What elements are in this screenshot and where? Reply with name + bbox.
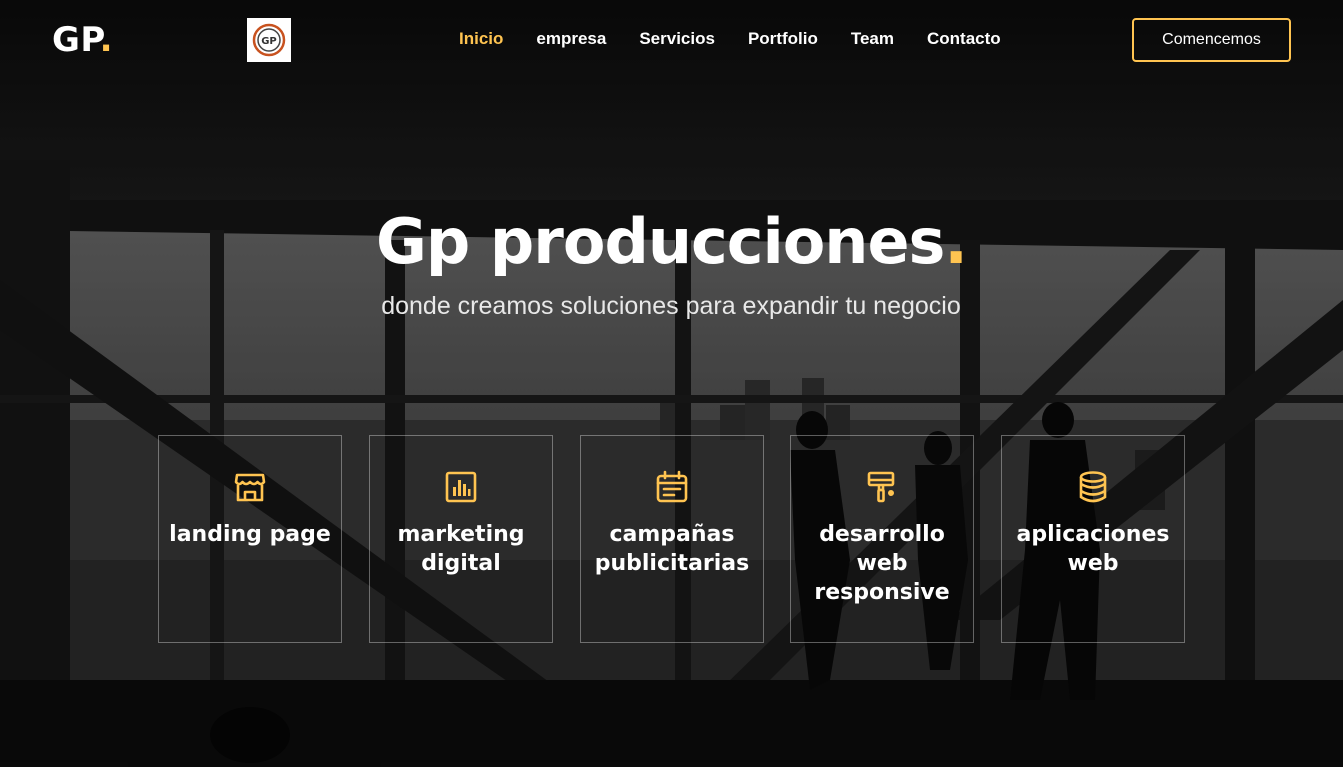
nav-item-empresa[interactable]: empresa (536, 29, 606, 49)
logo-image-text: GP (261, 36, 277, 47)
paint-roller-icon (867, 471, 895, 503)
site-header: GP. GP Inicio empresa Servicios Portfoli… (0, 0, 1343, 80)
nav-item-portfolio[interactable]: Portfolio (748, 29, 818, 49)
service-box-landing-page[interactable]: landing page (158, 435, 342, 643)
service-label: aplicaciones web (1016, 522, 1170, 576)
nav-item-inicio[interactable]: Inicio (459, 29, 503, 49)
brand-logo-image[interactable]: GP (247, 18, 291, 62)
service-box-marketing-digital[interactable]: marketing digital (369, 435, 553, 643)
hero-title: Gp producciones. (0, 205, 1343, 278)
main-nav: Inicio empresa Servicios Portfolio Team … (459, 29, 1034, 49)
service-label: campañas publicitarias (594, 522, 750, 576)
database-icon (1079, 471, 1107, 503)
logo-text: GP (52, 20, 100, 60)
nav-item-contacto[interactable]: Contacto (927, 29, 1001, 49)
hero-title-text: Gp producciones (376, 205, 945, 278)
logo-dot: . (99, 20, 114, 60)
nav-item-team[interactable]: Team (851, 29, 894, 49)
hero-subtitle: donde creamos soluciones para expandir t… (381, 292, 961, 320)
calendar-icon (656, 470, 688, 503)
nav-item-servicios[interactable]: Servicios (639, 29, 715, 49)
service-label: desarrollo web responsive (814, 522, 950, 605)
hero-title-dot: . (944, 205, 968, 278)
comencemos-button[interactable]: Comencemos (1132, 18, 1291, 62)
site-logo[interactable]: GP. (52, 20, 113, 60)
hero-background-image (0, 0, 1343, 767)
service-box-campanas-publicitarias[interactable]: campañas publicitarias (580, 435, 764, 643)
service-label: marketing digital (397, 522, 525, 576)
service-box-desarrollo-web-responsive[interactable]: desarrollo web responsive (790, 435, 974, 643)
service-box-aplicaciones-web[interactable]: aplicaciones web (1001, 435, 1185, 643)
bar-chart-icon (445, 471, 477, 503)
service-label: landing page (169, 522, 331, 547)
gp-circle-logo-icon: GP (252, 23, 286, 57)
store-icon (234, 473, 266, 502)
